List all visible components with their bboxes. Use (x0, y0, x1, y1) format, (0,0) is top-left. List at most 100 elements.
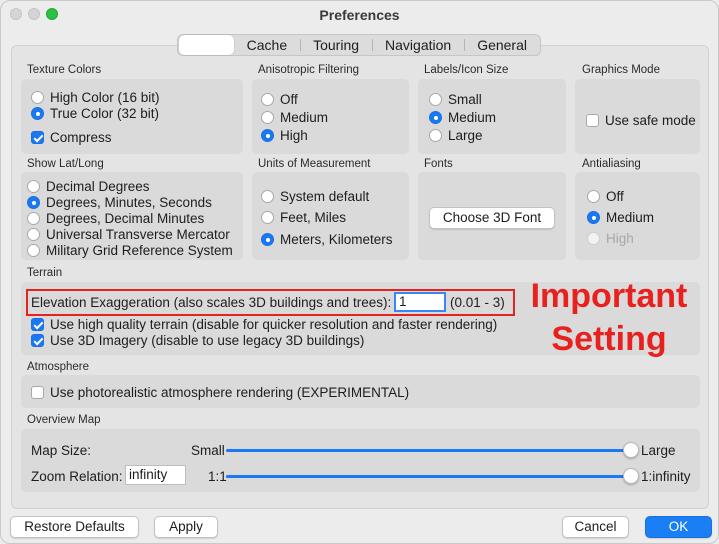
lat-long-dms-option[interactable]: Degrees, Minutes, Seconds (27, 195, 212, 210)
lat-long-decimal-degrees-option[interactable]: Decimal Degrees (27, 179, 150, 194)
ok-button[interactable]: OK (645, 516, 712, 538)
tab-graphics[interactable] (179, 35, 234, 55)
option-label: Compress (50, 130, 112, 145)
lat-long-mgrs-option[interactable]: Military Grid Reference System (27, 243, 233, 258)
map-size-slider-track[interactable] (226, 449, 631, 452)
compress-option[interactable]: Compress (31, 130, 112, 145)
tab-navigation[interactable]: Navigation (372, 35, 464, 55)
photorealistic-atmosphere-option[interactable]: Use photorealistic atmosphere rendering … (31, 385, 409, 400)
safe-mode-option[interactable]: Use safe mode (586, 113, 696, 128)
tab-general[interactable]: General (464, 35, 540, 55)
option-label: Large (448, 128, 483, 143)
radio-meters-km[interactable] (261, 233, 274, 246)
lat-long-utm-option[interactable]: Universal Transverse Mercator (27, 227, 230, 242)
window-title: Preferences (319, 7, 400, 23)
radio-system-default[interactable] (261, 190, 274, 203)
labels-medium-option[interactable]: Medium (429, 110, 496, 125)
option-label: Feet, Miles (280, 210, 347, 225)
radio-labels-medium[interactable] (429, 111, 442, 124)
radio-anisotropic-off[interactable] (261, 93, 274, 106)
radio-antialiasing-off[interactable] (587, 190, 600, 203)
labels-small-option[interactable]: Small (429, 92, 482, 107)
option-label: Decimal Degrees (46, 179, 150, 194)
high-quality-terrain-checkbox[interactable] (31, 318, 44, 331)
option-label: Use safe mode (605, 113, 696, 128)
option-label: Universal Transverse Mercator (46, 227, 230, 242)
show-lat-long-label: Show Lat/Long (27, 158, 104, 170)
map-size-slider-thumb[interactable] (623, 442, 639, 458)
texture-true-color-option[interactable]: True Color (32 bit) (31, 106, 159, 121)
zoom-min-label: 1:1 (208, 469, 227, 484)
radio-dms[interactable] (27, 196, 40, 209)
3d-imagery-option[interactable]: Use 3D Imagery (disable to use legacy 3D… (31, 333, 364, 348)
restore-defaults-button[interactable]: Restore Defaults (10, 516, 139, 538)
anisotropic-medium-option[interactable]: Medium (261, 110, 328, 125)
option-label: High (280, 128, 308, 143)
title-bar: Preferences (1, 1, 718, 29)
map-size-label: Map Size: (31, 443, 92, 458)
zoom-slider-track[interactable] (226, 475, 631, 478)
antialiasing-label: Antialiasing (582, 158, 641, 170)
annotation-line-1: Important (530, 277, 688, 315)
radio-decimal-minutes[interactable] (27, 212, 40, 225)
units-meters-km-option[interactable]: Meters, Kilometers (261, 232, 393, 247)
option-label: Medium (280, 110, 329, 125)
radio-labels-small[interactable] (429, 93, 442, 106)
anisotropic-off-option[interactable]: Off (261, 92, 298, 107)
overview-map-label: Overview Map (27, 414, 101, 426)
annotation-line-2: Setting (551, 320, 667, 358)
units-feet-miles-option[interactable]: Feet, Miles (261, 210, 346, 225)
safe-mode-checkbox[interactable] (586, 114, 599, 127)
option-label: High Color (16 bit) (50, 90, 160, 105)
terrain-label: Terrain (27, 267, 63, 279)
option-label: Small (448, 92, 482, 107)
elevation-range-text: (0.01 - 3) (450, 295, 505, 310)
option-label: Medium (448, 110, 497, 125)
high-quality-terrain-option[interactable]: Use high quality terrain (disable for qu… (31, 317, 497, 332)
map-size-min-label: Small (191, 443, 225, 458)
elevation-label: Elevation Exaggeration (also scales 3D b… (31, 295, 392, 310)
labels-large-option[interactable]: Large (429, 128, 483, 143)
radio-anisotropic-high[interactable] (261, 129, 274, 142)
elevation-exaggeration-field[interactable]: 1 (394, 292, 446, 312)
radio-decimal-degrees[interactable] (27, 180, 40, 193)
tab-cache[interactable]: Cache (234, 35, 300, 55)
preferences-window: Preferences Cache Touring Navigation Gen… (0, 0, 719, 544)
option-label: High (606, 231, 634, 246)
zoom-slider-thumb[interactable] (623, 468, 639, 484)
radio-labels-large[interactable] (429, 129, 442, 142)
compress-checkbox[interactable] (31, 131, 44, 144)
radio-high-color[interactable] (31, 91, 44, 104)
photorealistic-atmosphere-checkbox[interactable] (31, 386, 44, 399)
units-system-default-option[interactable]: System default (261, 189, 369, 204)
radio-antialiasing-medium[interactable] (587, 211, 600, 224)
fonts-label: Fonts (424, 158, 453, 170)
texture-high-color-option[interactable]: High Color (16 bit) (31, 90, 160, 105)
radio-mgrs[interactable] (27, 244, 40, 257)
radio-utm[interactable] (27, 228, 40, 241)
apply-button[interactable]: Apply (154, 516, 218, 538)
option-label: Off (280, 92, 298, 107)
radio-true-color[interactable] (31, 107, 44, 120)
lat-long-decimal-minutes-option[interactable]: Degrees, Decimal Minutes (27, 211, 204, 226)
radio-anisotropic-medium[interactable] (261, 111, 274, 124)
tab-touring[interactable]: Touring (300, 35, 372, 55)
option-label: Meters, Kilometers (280, 232, 393, 247)
radio-feet-miles[interactable] (261, 211, 274, 224)
option-label: System default (280, 189, 370, 204)
antialiasing-off-option[interactable]: Off (587, 189, 624, 204)
elevation-row: Elevation Exaggeration (also scales 3D b… (31, 295, 391, 310)
choose-3d-font-button[interactable]: Choose 3D Font (429, 207, 555, 229)
antialiasing-high-option: High (587, 231, 634, 246)
cancel-button[interactable]: Cancel (562, 516, 629, 538)
graphics-mode-label: Graphics Mode (582, 64, 660, 76)
anisotropic-high-option[interactable]: High (261, 128, 308, 143)
3d-imagery-checkbox[interactable] (31, 334, 44, 347)
units-label: Units of Measurement (258, 158, 371, 170)
option-label: Off (606, 189, 624, 204)
texture-colors-label: Texture Colors (27, 64, 102, 76)
atmosphere-label: Atmosphere (27, 361, 90, 373)
antialiasing-medium-option[interactable]: Medium (587, 210, 654, 225)
zoom-relation-field[interactable]: infinity (125, 465, 186, 485)
tab-bar: Cache Touring Navigation General (177, 34, 541, 56)
